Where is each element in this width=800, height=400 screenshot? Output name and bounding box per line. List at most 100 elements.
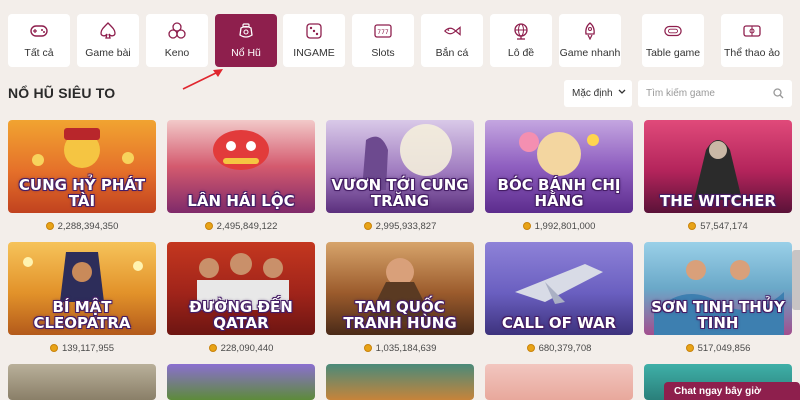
jackpot-amount: 1,035,184,639 [326,342,474,354]
section-title: NỔ HŨ SIÊU TO [8,85,116,101]
coin-icon [45,222,54,230]
jackpot-amount: 1,992,801,000 [485,220,633,232]
jackpot-amount: 517,049,856 [644,342,792,354]
sort-dropdown[interactable]: Mặc định [564,80,632,107]
tab-no-hu[interactable]: Nổ Hũ [215,14,277,67]
game-title: SƠN TINH THỦY TINH [651,298,785,332]
game-card[interactable]: ĐƯỜNG ĐẾN QATAR [167,242,315,335]
tab-the-thao-ao[interactable]: Thể thao ảo [721,14,783,67]
jackpot-amount: 680,379,708 [485,342,633,354]
tab-slots[interactable]: 777 Slots [352,14,414,67]
game-title: ĐƯỜNG ĐẾN QATAR [189,298,293,332]
jackpot-amount: 2,995,933,827 [326,220,474,232]
chat-now-button[interactable]: Chat ngay bây giờ [664,382,800,400]
game-title: CUNG HỶ PHÁT TÀI [18,176,146,210]
tab-label: Slots [371,47,395,59]
tab-keno[interactable]: Keno [146,14,208,67]
game-card[interactable]: CALL OF WAR [485,242,633,335]
search-input[interactable] [638,80,768,107]
fish-icon [443,22,461,40]
game-card[interactable]: BÍ MẬT CLEOPATRA [8,242,156,335]
jackpot-value: 1,035,184,639 [375,342,437,354]
tab-label: Tất cả [24,47,54,59]
coin-icon [49,344,58,352]
game-card[interactable]: BÓC BÁNH CHỊ HẰNG [485,120,633,213]
jackpot-value: 2,288,394,350 [57,220,119,232]
coin-icon [526,344,535,352]
jackpot-value: 228,090,440 [220,342,274,354]
tab-label: Nổ Hũ [231,47,261,59]
tab-label: Table game [645,47,701,59]
tab-ban-ca[interactable]: Bắn cá [421,14,483,67]
tab-game-bai[interactable]: Game bài [77,14,139,67]
tab-game-nhanh[interactable]: Game nhanh [559,14,621,67]
tab-table-game[interactable]: Table game [642,14,704,67]
spade-icon [99,22,117,40]
tab-label: Thể thao ảo [723,47,781,59]
tab-tat-ca[interactable]: Tất cả [8,14,70,67]
jackpot-value: 139,117,955 [61,342,115,354]
table-game-icon [664,22,682,40]
jackpot-pot-icon [237,22,255,40]
tab-ingame[interactable]: INGAME [283,14,345,67]
tab-lo-de[interactable]: Lô đề [490,14,552,67]
game-title: LÂN HÁI LỘC [187,192,295,210]
coin-icon [363,222,372,230]
jackpot-value: 2,495,849,122 [216,220,278,232]
game-card[interactable]: LÂN HÁI LỘC [167,120,315,213]
jackpot-value: 1,992,801,000 [534,220,596,232]
tab-label: Bắn cá [435,47,469,59]
game-card-partial[interactable] [167,364,315,400]
game-thumbnail [326,364,474,400]
game-thumbnail [485,364,633,400]
slot-777-icon: 777 [374,22,392,40]
chat-label: Chat ngay bây giờ [674,386,762,397]
tab-label: Game nhanh [559,47,621,59]
game-title: BÍ MẬT CLEOPATRA [33,298,131,332]
game-card[interactable]: VƯƠN TỚI CUNG TRĂNG [326,120,474,213]
category-bar: Tất cả Game bài Keno Nổ Hũ INGAME 777 Sl… [0,0,800,78]
game-card[interactable]: THE WITCHER [644,120,792,213]
rocket-icon [581,22,599,40]
coin-icon [522,222,531,230]
game-title: TAM QUỐC TRANH HÙNG [343,298,457,332]
jackpot-amount: 2,495,849,122 [167,220,315,232]
sort-label: Mặc định [572,88,613,99]
jackpot-value: 680,379,708 [538,342,592,354]
svg-text:777: 777 [377,29,389,36]
game-title: BÓC BÁNH CHỊ HẰNG [497,176,621,210]
jackpot-value: 2,995,933,827 [375,220,437,232]
game-card[interactable]: TAM QUỐC TRANH HÙNG [326,242,474,335]
game-card-partial[interactable] [8,364,156,400]
game-card-partial[interactable] [326,364,474,400]
coin-icon [685,344,694,352]
jackpot-amount: 228,090,440 [167,342,315,354]
tab-label: Lô đề [507,47,535,59]
virtual-sports-icon [743,22,761,40]
game-card[interactable]: SƠN TINH THỦY TINH [644,242,792,335]
game-thumbnail [167,364,315,400]
jackpot-amount: 2,288,394,350 [8,220,156,232]
game-title: VƯƠN TỚI CUNG TRĂNG [331,176,469,210]
keno-balls-icon [168,22,186,40]
jackpot-value: 517,049,856 [697,342,751,354]
search-box [638,80,792,107]
jackpot-amount: 57,547,174 [644,220,792,232]
coin-icon [208,344,217,352]
game-card-partial[interactable] [485,364,633,400]
search-icon[interactable] [773,88,784,99]
gamepad-icon [30,22,48,40]
tab-label: Keno [164,47,190,59]
tab-label: INGAME [293,47,335,59]
game-title: CALL OF WAR [501,314,617,332]
side-carousel-handle[interactable] [792,250,800,310]
coin-icon [363,344,372,352]
game-thumbnail [8,364,156,400]
pointer-arrow-icon [182,69,223,90]
tab-label: Game bài [85,47,131,59]
chevron-down-icon [618,89,626,94]
game-card[interactable]: CUNG HỶ PHÁT TÀI [8,120,156,213]
coin-icon [688,222,697,230]
game-title: THE WITCHER [660,192,776,210]
jackpot-value: 57,547,174 [700,220,748,232]
